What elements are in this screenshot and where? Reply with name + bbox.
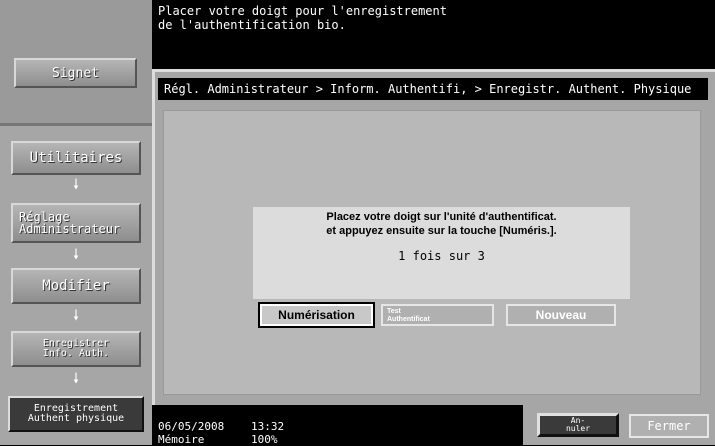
memory-label: Mémoire xyxy=(158,433,205,446)
status-date: 06/05/2008 xyxy=(158,420,225,433)
attempt-count: 1 fois sur 3 xyxy=(398,249,485,263)
step-utilities-button[interactable]: Utilitaires xyxy=(11,141,141,175)
instruction-line2: de l'authentification bio. xyxy=(158,18,346,32)
cancel-button[interactable]: An- nuler xyxy=(537,413,619,437)
test-auth-line1: Test xyxy=(387,308,401,315)
test-auth-button[interactable]: Test Authentificat xyxy=(381,304,494,326)
step-register-auth-button[interactable]: Enregistrer Info. Auth. xyxy=(11,331,141,367)
step-register-line2: Info. Auth. xyxy=(42,348,110,359)
dialog-message-line1: Placez votre doigt sur l'unité d'authent… xyxy=(326,211,557,223)
close-button[interactable]: Fermer xyxy=(629,414,709,438)
new-button[interactable]: Nouveau xyxy=(506,304,616,326)
memory-value: 100% xyxy=(251,433,278,446)
instruction-message: Placer votre doigt pour l'enregistrement… xyxy=(158,4,698,32)
instruction-line1: Placer votre doigt pour l'enregistrement xyxy=(158,4,447,18)
breadcrumb: Régl. Administrateur > Inform. Authentif… xyxy=(158,78,708,100)
test-auth-line2: Authentificat xyxy=(387,316,430,323)
status-time: 13:32 xyxy=(251,420,285,433)
dialog-message-line2: et appuyez ensuite sur la touche [Numéri… xyxy=(326,225,557,237)
cancel-line2: nuler xyxy=(565,424,591,433)
step-admin-settings-button[interactable]: Réglage Administrateur xyxy=(11,203,141,243)
step-admin-line2: Administrateur xyxy=(19,222,121,236)
step-physical-line2: Authent physique xyxy=(27,413,125,424)
bookmark-button[interactable]: Signet xyxy=(14,58,137,88)
scan-button[interactable]: Numérisation xyxy=(258,302,375,328)
arrow-down-icon: 🠗 xyxy=(72,371,79,387)
arrow-down-icon: 🠗 xyxy=(72,247,79,263)
step-physical-auth-button[interactable]: Enregistrement Authent physique xyxy=(8,396,144,432)
arrow-down-icon: 🠗 xyxy=(72,177,79,193)
step-modify-button[interactable]: Modifier xyxy=(11,268,141,304)
dialog-box: Placez votre doigt sur l'unité d'authent… xyxy=(253,207,630,299)
arrow-down-icon: 🠗 xyxy=(72,308,79,324)
